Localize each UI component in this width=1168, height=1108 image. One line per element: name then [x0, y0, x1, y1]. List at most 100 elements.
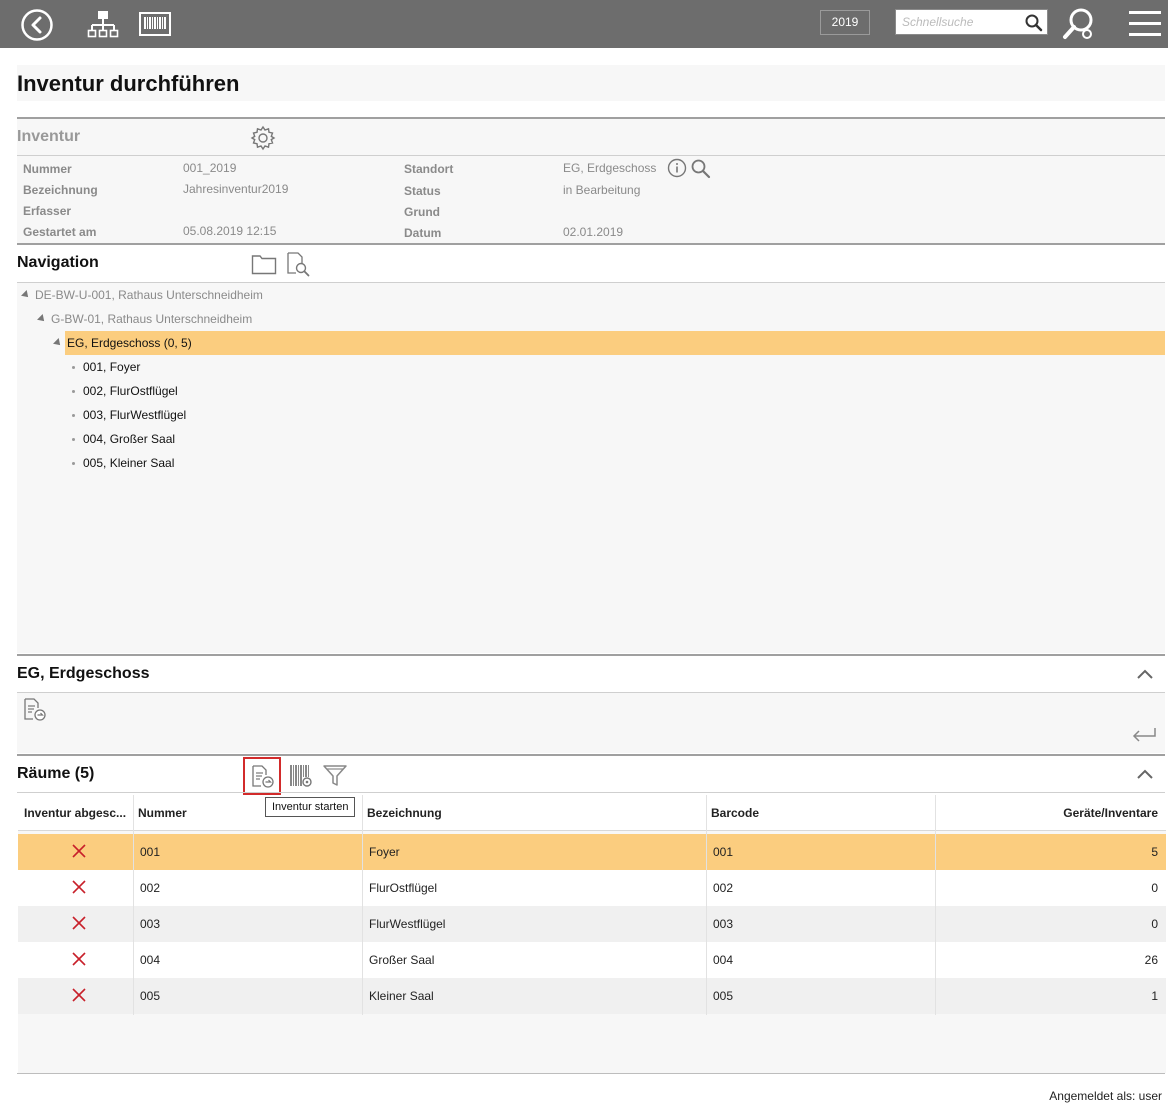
table-row[interactable]: 003 FlurWestflügel 003 0 — [18, 906, 1166, 942]
sitemap-icon[interactable] — [87, 10, 119, 40]
column-separator — [362, 795, 363, 1015]
search-icon[interactable] — [1024, 13, 1044, 33]
gear-icon[interactable] — [250, 125, 276, 151]
expand-triangle-icon[interactable] — [21, 290, 31, 300]
cell-nummer: 004 — [140, 953, 161, 967]
hamburger-menu-icon[interactable] — [1128, 10, 1162, 38]
barcode-icon[interactable] — [139, 12, 171, 36]
cell-count: 0 — [1151, 881, 1158, 895]
cell-count: 5 — [1151, 845, 1158, 859]
barcode-settings-icon[interactable] — [288, 763, 314, 789]
gestartet-label: Gestartet am — [23, 225, 97, 239]
bezeichnung-value: Jahresinventur2019 — [183, 182, 289, 196]
page-title: Inventur durchführen — [17, 71, 240, 96]
inventur-section-title: Inventur — [17, 128, 81, 145]
column-header[interactable]: Geräte/Inventare — [1063, 795, 1158, 831]
chevron-up-icon[interactable] — [1136, 766, 1154, 782]
tree-node-building[interactable]: G-BW-01, Rathaus Unterschneidheim — [17, 307, 1165, 331]
not-completed-cross-icon — [72, 880, 86, 894]
datum-value: 02.01.2019 — [563, 225, 624, 239]
divider — [17, 792, 1165, 793]
cell-count: 0 — [1151, 917, 1158, 931]
table-row[interactable]: 004 Großer Saal 004 26 — [18, 942, 1166, 978]
navigation-title: Navigation — [17, 254, 99, 271]
datum-label: Datum — [404, 226, 442, 240]
table-row[interactable]: 005 Kleiner Saal 005 1 — [18, 978, 1166, 1014]
tree-selection-highlight — [65, 331, 1165, 355]
start-inventory-button[interactable] — [243, 757, 281, 795]
tree-node-label: EG, Erdgeschoss (0, 5) — [67, 336, 192, 350]
standort-label: Standort — [404, 162, 454, 176]
detail-section — [17, 693, 1165, 753]
not-completed-cross-icon — [72, 952, 86, 966]
tree-node-label: 005, Kleiner Saal — [83, 456, 175, 470]
tree-node-room[interactable]: 002, FlurOstflügel — [17, 379, 1165, 403]
document-search-icon[interactable] — [285, 251, 311, 277]
cell-bezeichnung: Kleiner Saal — [369, 989, 434, 1003]
tree-node-room[interactable]: 005, Kleiner Saal — [17, 451, 1165, 475]
tree-node-room[interactable]: 004, Großer Saal — [17, 427, 1165, 451]
tree-node-label: G-BW-01, Rathaus Unterschneidheim — [51, 312, 253, 326]
grund-label: Grund — [404, 205, 440, 219]
year-selector[interactable]: 2019 — [820, 10, 870, 35]
not-completed-cross-icon — [72, 988, 86, 1002]
quick-search-input[interactable] — [896, 10, 1021, 34]
cell-nummer: 001 — [140, 845, 161, 859]
cell-barcode: 002 — [713, 881, 734, 895]
start-inventory-icon — [252, 765, 274, 788]
tree-node-label: DE-BW-U-001, Rathaus Unterschneidheim — [35, 288, 263, 302]
expand-triangle-icon[interactable] — [37, 314, 47, 324]
detail-section-title: EG, Erdgeschoss — [17, 665, 150, 682]
not-completed-cross-icon — [72, 916, 86, 930]
return-arrow-icon[interactable] — [1130, 725, 1158, 747]
advanced-search-icon[interactable] — [1061, 6, 1097, 42]
tree-node-floor[interactable]: EG, Erdgeschoss (0, 5) — [17, 331, 1165, 355]
table-row[interactable]: 002 FlurOstflügel 002 0 — [18, 870, 1166, 906]
column-header[interactable]: Barcode — [711, 795, 759, 831]
cell-bezeichnung: FlurWestflügel — [369, 917, 446, 931]
column-header[interactable]: Bezeichnung — [367, 795, 442, 831]
cell-barcode: 001 — [713, 845, 734, 859]
cell-bezeichnung: FlurOstflügel — [369, 881, 438, 895]
status-value: in Bearbeitung — [563, 183, 641, 197]
start-inventory-icon[interactable] — [22, 697, 48, 723]
erfasser-label: Erfasser — [23, 204, 72, 218]
cell-nummer: 003 — [140, 917, 161, 931]
column-separator — [706, 795, 707, 1015]
cell-bezeichnung: Großer Saal — [369, 953, 435, 967]
table-header: Inventur abgesc... Nummer Bezeichnung Ba… — [18, 795, 1166, 831]
column-header[interactable]: Inventur abgesc... — [24, 795, 136, 831]
tree-node-label: 001, Foyer — [83, 360, 141, 374]
chevron-up-icon[interactable] — [1136, 666, 1154, 682]
nummer-value: 001_2019 — [183, 161, 237, 175]
page-title-bar: Inventur durchführen — [17, 65, 1165, 101]
table-row[interactable]: 001 Foyer 001 5 — [18, 834, 1166, 870]
quick-search — [895, 9, 1048, 35]
divider — [17, 155, 1165, 156]
filter-icon[interactable] — [322, 763, 348, 789]
standort-value: EG, Erdgeschoss — [563, 161, 657, 175]
top-bar: 2019 — [0, 0, 1168, 48]
divider — [17, 654, 1165, 656]
divider — [17, 243, 1165, 245]
column-separator — [133, 795, 134, 1015]
cell-count: 26 — [1144, 953, 1158, 967]
logged-in-status: Angemeldet als: user — [1049, 1089, 1162, 1103]
tree-node-room[interactable]: 001, Foyer — [17, 355, 1165, 379]
back-icon[interactable] — [20, 8, 54, 42]
search-icon[interactable] — [690, 158, 712, 180]
column-header[interactable]: Nummer — [138, 795, 187, 831]
folder-icon[interactable] — [251, 253, 277, 275]
cell-nummer: 005 — [140, 989, 161, 1003]
not-completed-cross-icon — [72, 844, 86, 858]
cell-barcode: 005 — [713, 989, 734, 1003]
cell-bezeichnung: Foyer — [369, 845, 400, 859]
info-icon[interactable] — [667, 158, 687, 178]
gestartet-value: 05.08.2019 12:15 — [183, 224, 277, 238]
tree-node-label: 003, FlurWestflügel — [83, 408, 187, 422]
tree-node-location[interactable]: DE-BW-U-001, Rathaus Unterschneidheim — [17, 283, 1165, 307]
expand-triangle-icon[interactable] — [53, 338, 63, 348]
cell-barcode: 003 — [713, 917, 734, 931]
tree-node-room[interactable]: 003, FlurWestflügel — [17, 403, 1165, 427]
tree-node-label: 004, Großer Saal — [83, 432, 176, 446]
